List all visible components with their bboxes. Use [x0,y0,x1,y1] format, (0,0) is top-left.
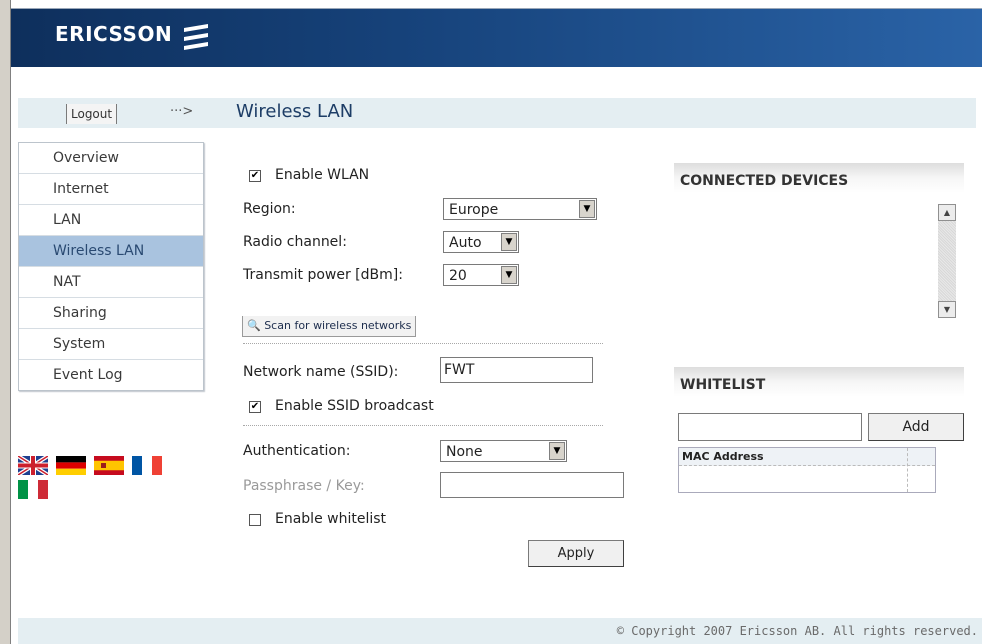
ssid-input[interactable]: FWT [440,357,593,383]
logout-button[interactable]: Logout [66,104,118,124]
passphrase-input[interactable] [440,472,624,498]
breadcrumb-bar [18,98,976,128]
ssid-label: Network name (SSID): [243,364,399,380]
sidebar-item-wireless-lan[interactable]: Wireless LAN [19,236,203,267]
add-button[interactable]: Add [868,413,964,441]
mac-address-column-header: MAC Address [679,448,935,466]
germany-flag-icon[interactable] [56,456,86,475]
enable-wlan-checkbox[interactable]: ✔ [249,170,261,182]
sidebar-item-overview[interactable]: Overview [19,143,203,174]
authentication-label: Authentication: [243,443,351,459]
chevron-down-icon[interactable]: ▼ [501,233,517,251]
copyright-text: © Copyright 2007 Ericsson AB. All rights… [616,624,978,638]
chevron-down-icon[interactable]: ▼ [579,200,595,218]
enable-wlan-label: Enable WLAN [275,167,370,183]
sidebar-item-event-log[interactable]: Event Log [19,360,203,390]
scan-networks-label: Scan for wireless networks [264,319,412,332]
divider [243,425,603,426]
enable-ssid-broadcast-checkbox[interactable]: ✔ [249,401,261,413]
search-icon: 🔍 [247,319,261,332]
arrow-right-icon: ···> [170,104,194,119]
region-label: Region: [243,201,296,217]
sidebar-item-system[interactable]: System [19,329,203,360]
sidebar-item-internet[interactable]: Internet [19,174,203,205]
chevron-down-icon[interactable]: ▼ [549,442,565,460]
authentication-select[interactable]: None ▼ [440,440,567,462]
sidebar-item-nat[interactable]: NAT [19,267,203,298]
scan-networks-button[interactable]: 🔍 Scan for wireless networks [242,316,417,337]
uk-flag-icon[interactable] [18,456,48,475]
region-value: Europe [449,202,499,218]
radio-channel-label: Radio channel: [243,234,347,250]
transmit-power-value: 20 [449,268,467,284]
sidebar-nav: Overview Internet LAN Wireless LAN NAT S… [18,142,204,391]
enable-ssid-broadcast-label: Enable SSID broadcast [275,398,434,414]
spain-flag-icon[interactable] [94,456,124,475]
france-flag-icon[interactable] [132,456,162,475]
radio-channel-value: Auto [449,235,482,251]
page-title: Wireless LAN [236,101,354,122]
ericsson-logo-mark-icon [184,24,208,50]
scroll-up-icon[interactable]: ▲ [938,204,956,221]
transmit-power-select[interactable]: 20 ▼ [443,264,519,286]
enable-whitelist-label: Enable whitelist [275,511,387,527]
sidebar-item-lan[interactable]: LAN [19,205,203,236]
connected-devices-scrollbar[interactable]: ▲ ▼ [938,204,956,318]
sidebar-item-sharing[interactable]: Sharing [19,298,203,329]
chevron-down-icon[interactable]: ▼ [501,266,517,284]
passphrase-label: Passphrase / Key: [243,478,365,494]
divider [243,343,603,344]
radio-channel-select[interactable]: Auto ▼ [443,231,519,253]
italy-flag-icon[interactable] [18,480,48,499]
scroll-down-icon[interactable]: ▼ [938,301,956,318]
table-column-divider [907,448,908,492]
enable-whitelist-checkbox[interactable] [249,514,261,526]
authentication-value: None [446,444,483,460]
region-select[interactable]: Europe ▼ [443,198,597,220]
transmit-power-label: Transmit power [dBm]: [243,267,403,283]
window-left-edge [0,0,11,644]
whitelist-heading: WHITELIST [674,367,964,397]
mac-address-input[interactable] [678,413,862,441]
ericsson-logo: ERICSSON [55,22,173,46]
mac-address-table: MAC Address [678,447,936,493]
apply-button[interactable]: Apply [528,540,624,567]
connected-devices-heading: CONNECTED DEVICES [674,163,964,193]
